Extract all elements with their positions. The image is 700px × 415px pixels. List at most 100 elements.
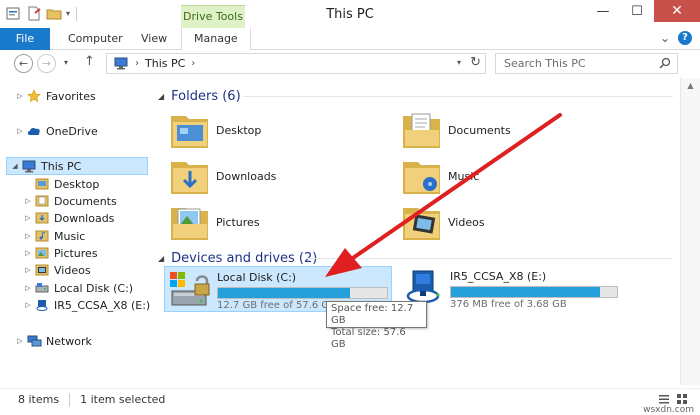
folder-tile-videos[interactable]: Videos xyxy=(400,199,485,245)
desktop-folder-icon xyxy=(171,116,208,148)
maximize-button[interactable]: ☐ xyxy=(620,0,654,22)
removable-drive-icon xyxy=(34,298,50,312)
folder-tile-downloads[interactable]: Downloads xyxy=(168,153,276,199)
scroll-up-icon[interactable]: ▲ xyxy=(681,81,700,90)
back-button[interactable]: ← xyxy=(14,54,33,73)
expand-arrow-icon[interactable]: ▷ xyxy=(22,232,34,240)
up-arrow-icon[interactable]: ↑ xyxy=(84,54,95,69)
section-divider xyxy=(243,96,673,97)
nav-this-pc[interactable]: ◢ This PC xyxy=(6,157,148,175)
title-bar: ▾ Drive Tools This PC — ☐ ✕ xyxy=(0,0,700,28)
nav-label: Favorites xyxy=(46,89,96,103)
ribbon-tabs: File Computer View Manage ⌄ ? xyxy=(0,28,700,51)
nav-music[interactable]: ▷ Music xyxy=(22,227,85,245)
help-icon[interactable]: ? xyxy=(678,31,692,45)
music-folder-icon xyxy=(34,229,50,243)
drive-tile-removable-e[interactable]: IR5_CCSA_X8 (E:) 376 MB free of 3.68 GB xyxy=(398,266,628,312)
folder-name: Pictures xyxy=(216,215,260,229)
nav-favorites[interactable]: ▷ Favorites xyxy=(14,87,96,105)
recent-locations-icon[interactable]: ▾ xyxy=(64,58,68,67)
folder-tile-documents[interactable]: Documents xyxy=(400,107,511,153)
expand-arrow-icon[interactable]: ▷ xyxy=(22,214,34,222)
window-controls: — ☐ ✕ xyxy=(586,0,700,22)
expand-arrow-icon[interactable]: ▷ xyxy=(22,301,34,309)
expand-arrow-icon[interactable]: ▷ xyxy=(14,127,26,135)
status-selection: 1 item selected xyxy=(80,393,166,406)
breadcrumb-chevron-icon[interactable]: › xyxy=(135,58,139,69)
star-icon xyxy=(26,89,42,103)
status-item-count: 8 items xyxy=(18,393,60,406)
folder-tile-music[interactable]: Music xyxy=(400,153,479,199)
folder-tile-desktop[interactable]: Desktop xyxy=(168,107,261,153)
nav-label: Network xyxy=(46,334,92,348)
collapse-caret-icon[interactable]: ◢ xyxy=(158,92,164,101)
pictures-folder-icon xyxy=(34,246,50,260)
expand-arrow-icon[interactable]: ▷ xyxy=(22,284,34,292)
collapse-arrow-icon[interactable]: ◢ xyxy=(9,162,21,170)
nav-network[interactable]: ▷ Network xyxy=(14,332,92,350)
folder-name: Downloads xyxy=(216,169,277,183)
expand-arrow-icon[interactable]: ▷ xyxy=(22,266,34,274)
system-hard-drive-icon xyxy=(170,272,210,306)
nav-label: Music xyxy=(54,229,86,243)
nav-label: Documents xyxy=(54,194,117,208)
folders-section-header[interactable]: ◢ Folders (6) xyxy=(158,87,241,105)
folder-tile-pictures[interactable]: Pictures xyxy=(168,199,260,245)
nav-downloads[interactable]: ▷ Downloads xyxy=(22,209,114,227)
status-separator xyxy=(69,392,71,407)
drive-tooltip: Space free: 12.7 GB Total size: 57.6 GB xyxy=(326,301,427,350)
this-pc-icon xyxy=(114,57,128,70)
address-dropdown-icon[interactable]: ▾ xyxy=(457,58,461,67)
nav-label: OneDrive xyxy=(46,124,98,138)
forward-arrow-icon: → xyxy=(41,57,52,70)
nav-pictures[interactable]: ▷ Pictures xyxy=(22,244,98,262)
nav-removable-drive-e[interactable]: ▷ IR5_CCSA_X8 (E:) xyxy=(22,296,150,314)
nav-desktop[interactable]: Desktop xyxy=(22,175,99,193)
tab-view[interactable]: View xyxy=(141,28,167,50)
expand-arrow-icon[interactable]: ▷ xyxy=(14,337,26,345)
tab-file[interactable]: File xyxy=(0,28,50,50)
drive-usage-fill xyxy=(218,288,350,298)
address-bar[interactable]: › This PC › ▾ ↻ xyxy=(106,53,486,74)
status-bar: 8 items 1 item selected xyxy=(0,388,700,410)
devices-section-header[interactable]: ◢ Devices and drives (2) xyxy=(158,249,317,267)
drive-free-space: 12.7 GB free of 57.6 GB xyxy=(217,300,336,311)
videos-folder-icon xyxy=(403,208,440,240)
tab-computer[interactable]: Computer xyxy=(68,28,123,50)
forward-button[interactable]: → xyxy=(37,54,56,73)
nav-label: IR5_CCSA_X8 (E:) xyxy=(54,298,151,312)
this-pc-icon xyxy=(21,159,37,173)
drive-free-space: 376 MB free of 3.68 GB xyxy=(450,299,567,310)
watermark: wsxdn.com xyxy=(643,405,694,415)
vertical-scrollbar[interactable]: ▲ xyxy=(680,78,700,385)
nav-onedrive[interactable]: ▷ OneDrive xyxy=(14,122,98,140)
search-input[interactable]: Search This PC xyxy=(495,53,678,74)
pictures-folder-icon xyxy=(171,208,208,240)
expand-arrow-icon[interactable]: ▷ xyxy=(14,92,26,100)
section-title: Devices and drives (2) xyxy=(171,250,318,266)
nav-label: Pictures xyxy=(54,246,98,260)
hard-drive-icon xyxy=(34,281,50,295)
expand-arrow-icon[interactable]: ▷ xyxy=(22,249,34,257)
drive-name: IR5_CCSA_X8 (E:) xyxy=(450,270,547,283)
refresh-icon[interactable]: ↻ xyxy=(470,55,481,70)
nav-label: Downloads xyxy=(54,211,115,225)
minimize-button[interactable]: — xyxy=(586,0,620,22)
expand-ribbon-icon[interactable]: ⌄ xyxy=(660,31,670,45)
network-icon xyxy=(26,334,42,348)
expand-arrow-icon[interactable]: ▷ xyxy=(22,197,34,205)
breadcrumb-chevron-icon[interactable]: › xyxy=(191,58,195,69)
collapse-caret-icon[interactable]: ◢ xyxy=(158,254,164,263)
nav-local-disk-c[interactable]: ▷ Local Disk (C:) xyxy=(22,279,133,297)
nav-documents[interactable]: ▷ Documents xyxy=(22,192,117,210)
close-button[interactable]: ✕ xyxy=(654,0,700,22)
documents-folder-icon xyxy=(34,194,50,208)
nav-label: Local Disk (C:) xyxy=(54,281,134,295)
nav-label: This PC xyxy=(41,159,82,173)
music-folder-icon xyxy=(403,162,440,194)
section-divider xyxy=(307,258,673,259)
nav-videos[interactable]: ▷ Videos xyxy=(22,261,90,279)
back-arrow-icon: ← xyxy=(18,57,29,70)
tab-manage[interactable]: Manage xyxy=(181,28,251,51)
breadcrumb-this-pc[interactable]: This PC xyxy=(145,57,185,70)
